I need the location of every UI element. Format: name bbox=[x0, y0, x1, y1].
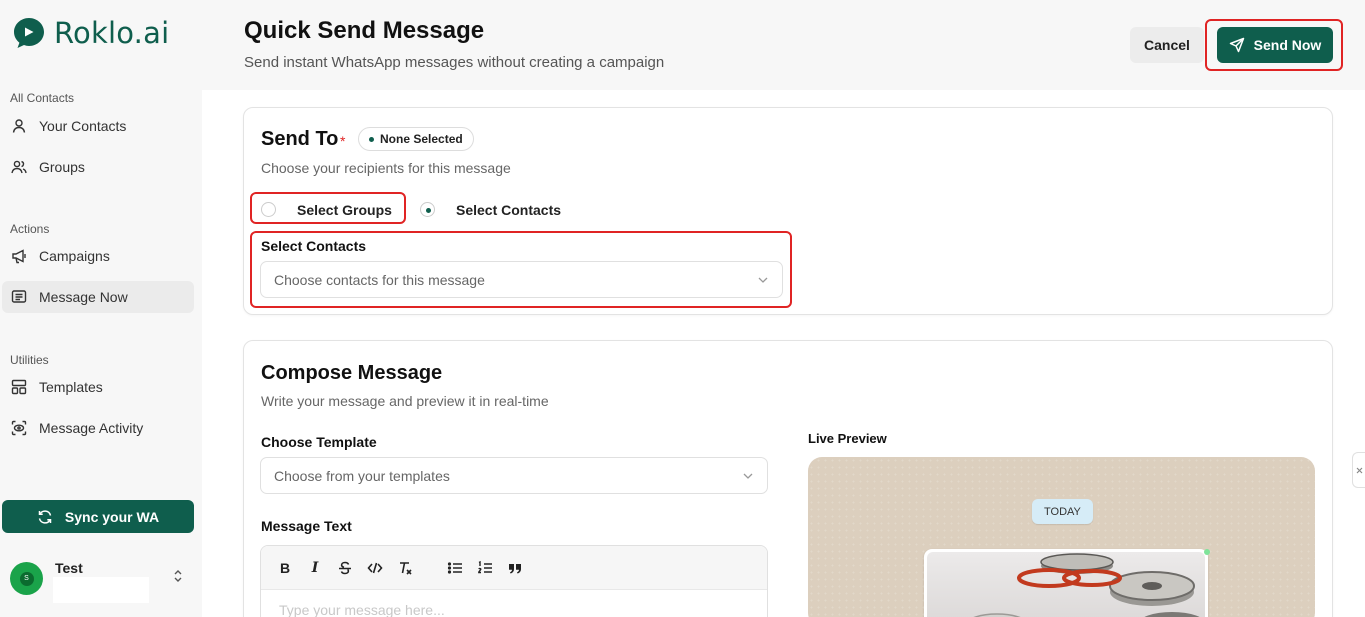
avatar: S bbox=[10, 562, 43, 595]
strikethrough-icon[interactable] bbox=[337, 560, 353, 576]
status-badge-label: None Selected bbox=[380, 132, 463, 146]
send-now-button[interactable]: Send Now bbox=[1217, 27, 1333, 63]
send-to-title: Send To bbox=[261, 128, 339, 150]
ordered-list-icon[interactable] bbox=[477, 560, 493, 576]
date-separator-badge: TODAY bbox=[1032, 499, 1093, 524]
megaphone-icon bbox=[12, 249, 26, 264]
section-utilities: Utilities bbox=[10, 353, 49, 367]
sidebar-item-campaigns[interactable]: Campaigns bbox=[2, 240, 194, 272]
page-title: Quick Send Message bbox=[244, 17, 485, 44]
sidebar: Roklo.ai All Contacts Your Contacts Grou… bbox=[0, 0, 202, 617]
template-field-label: Choose Template bbox=[261, 434, 377, 450]
contacts-select[interactable]: Choose contacts for this message bbox=[260, 261, 783, 298]
compose-subtitle: Write your message and preview it in rea… bbox=[261, 393, 549, 409]
sidebar-item-label: Message Activity bbox=[39, 420, 144, 436]
sidebar-item-label: Groups bbox=[39, 159, 85, 175]
message-editor[interactable]: B I Type your message here... bbox=[260, 545, 768, 617]
close-icon bbox=[1356, 467, 1362, 473]
chevrons-up-down-icon bbox=[174, 570, 182, 582]
refresh-icon bbox=[38, 509, 52, 524]
code-icon[interactable] bbox=[367, 560, 383, 576]
user-email-redacted bbox=[53, 577, 149, 603]
required-indicator: * bbox=[340, 133, 346, 149]
cancel-button[interactable]: Cancel bbox=[1130, 27, 1204, 63]
scan-eye-icon bbox=[11, 420, 27, 436]
side-panel-toggle[interactable] bbox=[1352, 452, 1365, 488]
chevron-down-icon bbox=[743, 473, 753, 479]
template-select-placeholder: Choose from your templates bbox=[274, 467, 450, 484]
preview-message-bubble bbox=[924, 549, 1208, 617]
section-all-contacts: All Contacts bbox=[10, 91, 75, 105]
layout-icon bbox=[11, 379, 27, 395]
clear-format-icon[interactable] bbox=[397, 560, 413, 576]
select-groups-radio[interactable] bbox=[261, 202, 276, 217]
section-actions: Actions bbox=[10, 222, 50, 236]
message-input-placeholder: Type your message here... bbox=[279, 602, 445, 617]
brand-name: Roklo.ai bbox=[54, 16, 170, 50]
avatar-initial: S bbox=[19, 571, 34, 586]
message-text-label: Message Text bbox=[261, 518, 352, 534]
sidebar-item-label: Message Now bbox=[39, 289, 128, 305]
user-icon bbox=[12, 119, 26, 133]
select-contacts-label[interactable]: Select Contacts bbox=[456, 202, 561, 218]
sidebar-item-label: Templates bbox=[39, 379, 103, 395]
select-contacts-field-label: Select Contacts bbox=[261, 238, 367, 254]
sidebar-item-templates[interactable]: Templates bbox=[2, 371, 194, 403]
film-reels-illustration-icon bbox=[973, 553, 1200, 617]
brand-logo[interactable]: Roklo.ai bbox=[12, 16, 169, 50]
live-preview-panel: TODAY bbox=[808, 457, 1315, 617]
chat-bubble-logo-icon bbox=[14, 18, 44, 48]
bullet-list-icon[interactable] bbox=[447, 560, 463, 576]
send-now-label: Send Now bbox=[1253, 37, 1322, 53]
sidebar-item-label: Your Contacts bbox=[39, 118, 127, 134]
sidebar-item-message-now[interactable]: Message Now bbox=[2, 281, 194, 313]
select-contacts-radio[interactable] bbox=[420, 202, 435, 217]
sidebar-item-groups[interactable]: Groups bbox=[2, 151, 194, 183]
user-menu[interactable]: S Test bbox=[10, 558, 194, 604]
live-preview-label: Live Preview bbox=[808, 431, 887, 446]
users-icon bbox=[11, 160, 27, 174]
italic-button[interactable]: I bbox=[307, 560, 323, 576]
sync-wa-button[interactable]: Sync your WA bbox=[2, 500, 194, 533]
online-dot-icon bbox=[1204, 549, 1210, 555]
preview-message-image bbox=[927, 552, 1205, 617]
quote-icon[interactable] bbox=[507, 560, 523, 576]
sidebar-item-your-contacts[interactable]: Your Contacts bbox=[2, 110, 194, 142]
sync-wa-label: Sync your WA bbox=[64, 508, 160, 525]
message-square-icon bbox=[11, 290, 27, 303]
contacts-select-placeholder: Choose contacts for this message bbox=[274, 271, 485, 288]
sidebar-item-label: Campaigns bbox=[39, 248, 110, 264]
status-badge: None Selected bbox=[358, 127, 474, 151]
page-subtitle: Send instant WhatsApp messages without c… bbox=[244, 54, 665, 71]
send-icon bbox=[1229, 37, 1244, 53]
chevron-down-icon bbox=[758, 277, 768, 283]
template-select[interactable]: Choose from your templates bbox=[260, 457, 768, 494]
status-dot-icon bbox=[369, 136, 374, 142]
compose-title: Compose Message bbox=[261, 362, 443, 384]
editor-toolbar: B I bbox=[261, 546, 767, 590]
select-groups-label[interactable]: Select Groups bbox=[297, 202, 392, 218]
sidebar-item-message-activity[interactable]: Message Activity bbox=[2, 412, 194, 444]
send-to-subtitle: Choose your recipients for this message bbox=[261, 160, 511, 176]
user-name: Test bbox=[55, 560, 83, 576]
bold-button[interactable]: B bbox=[277, 560, 293, 576]
